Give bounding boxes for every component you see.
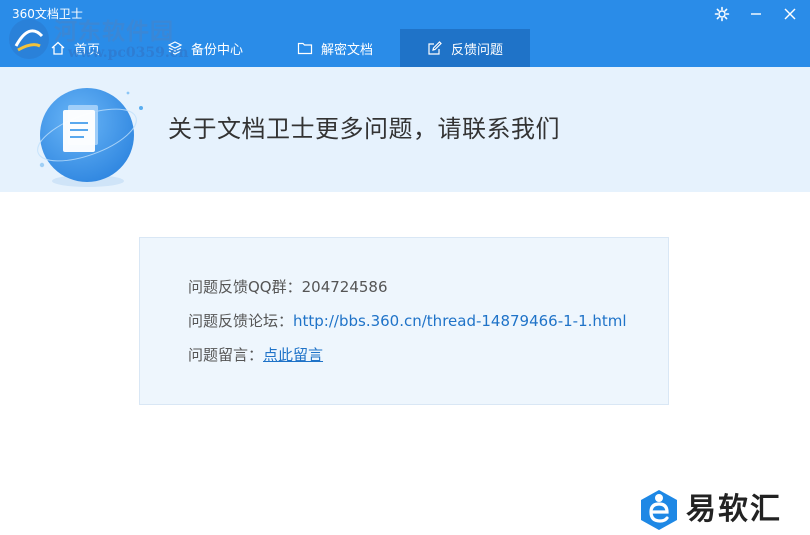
tab-feedback[interactable]: 反馈问题 xyxy=(400,29,530,67)
brand-text: 易软汇 xyxy=(686,492,782,527)
document-icon xyxy=(37,88,143,187)
brand-e-icon xyxy=(641,490,677,530)
tab-bar: 首页 备份中心 解密文档 反馈问题 xyxy=(10,29,530,67)
close-icon[interactable] xyxy=(778,4,802,24)
home-icon xyxy=(50,40,66,56)
qq-group-label: 问题反馈QQ群： xyxy=(188,278,302,296)
page-title: 关于文档卫士更多问题，请联系我们 xyxy=(168,115,560,143)
forum-line: 问题反馈论坛：http://bbs.360.cn/thread-14879466… xyxy=(188,311,627,331)
forum-link[interactable]: http://bbs.360.cn/thread-14879466-1-1.ht… xyxy=(293,312,627,330)
layers-icon xyxy=(167,40,183,56)
qq-group-line: 问题反馈QQ群：204724586 xyxy=(188,277,388,297)
minimize-icon[interactable] xyxy=(744,4,768,24)
title-bar: 360文档卫士 首页 备份中心 解密文档 反馈问题 xyxy=(0,0,810,67)
message-label: 问题留言： xyxy=(188,346,264,364)
tab-label: 备份中心 xyxy=(190,42,243,58)
app-title: 360文档卫士 xyxy=(12,7,83,21)
forum-label: 问题反馈论坛： xyxy=(188,312,294,330)
edit-icon xyxy=(427,40,443,56)
window-controls xyxy=(710,4,802,24)
brand-logo: 易软汇 xyxy=(638,488,806,532)
message-line: 问题留言：点此留言 xyxy=(188,345,323,365)
feedback-info-panel: 问题反馈QQ群：204724586 问题反馈论坛：http://bbs.360.… xyxy=(139,237,669,405)
tab-home[interactable]: 首页 xyxy=(10,29,140,67)
gear-icon[interactable] xyxy=(710,4,734,24)
qq-group-number: 204724586 xyxy=(301,278,388,296)
banner: 关于文档卫士更多问题，请联系我们 xyxy=(0,67,810,192)
tab-label: 解密文档 xyxy=(320,42,373,58)
tab-label: 首页 xyxy=(73,42,100,58)
leave-message-link[interactable]: 点此留言 xyxy=(263,346,323,364)
folder-icon xyxy=(297,40,313,56)
tab-label: 反馈问题 xyxy=(450,42,503,58)
tab-backup-center[interactable]: 备份中心 xyxy=(140,29,270,67)
tab-decrypt-docs[interactable]: 解密文档 xyxy=(270,29,400,67)
